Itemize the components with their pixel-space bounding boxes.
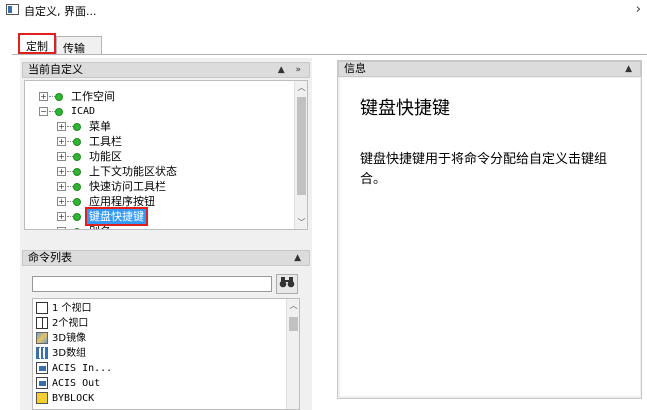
expand-icon[interactable]: + [57,167,66,176]
node-icon [73,123,81,131]
app-icon [6,4,19,15]
tree-item-label-selected: 键盘快捷键 [85,207,148,226]
scroll-up-icon[interactable]: ︿ [295,81,307,94]
tree-item-label: 上下文功能区状态 [89,165,177,178]
tab-transfer[interactable]: 传输 [56,36,102,55]
mirror3d-icon [36,332,48,344]
pane-controls[interactable]: ▲ » [278,63,305,77]
expand-icon[interactable]: + [57,182,66,191]
tree-item-label: ICAD [71,106,96,117]
two-viewports-icon [36,317,48,329]
info-description: 键盘快捷键用于将命令分配给自定义击键组合。 [360,152,608,187]
list-item-label: 2个视口 [52,318,89,329]
node-icon [73,228,81,229]
list-item-label: ACIS In... [52,363,113,374]
expand-icon[interactable]: + [39,92,48,101]
tree-scrollbar[interactable]: ︿ ﹀ [294,81,307,229]
acis-out-icon [36,377,48,389]
acis-in-icon [36,362,48,374]
command-list-title: 命令列表 [28,251,72,264]
tree-item-label: 工作空间 [71,90,115,103]
expand-icon[interactable]: + [57,122,66,131]
node-icon [73,138,81,146]
expand-icon[interactable]: + [57,197,66,206]
command-list: 1 个视口 2个视口 3D镜像 3D数组 ACIS In... ACIS Out… [32,298,300,410]
binoculars-icon [279,277,295,288]
info-header-title: 信息 [344,62,366,75]
single-viewport-icon [36,302,48,314]
info-title: 键盘快捷键 [360,98,450,119]
pane-controls[interactable]: ▲ [625,62,636,76]
close-icon[interactable]: › [636,2,641,17]
node-icon [55,93,63,101]
tab-customize[interactable]: 定制 [18,33,56,54]
expand-icon[interactable]: + [57,227,66,229]
byblock-icon [36,392,48,404]
tree-item-label: 功能区 [89,150,122,163]
node-icon [55,108,63,116]
current-customization-title: 当前自定义 [28,63,83,76]
scroll-up-icon[interactable]: ︿ [287,299,299,312]
scroll-down-icon[interactable]: ﹀ [295,216,307,229]
expand-icon[interactable]: + [57,212,66,221]
info-body: 键盘快捷键 键盘快捷键用于将命令分配给自定义击键组合。 [340,78,640,396]
tree-item-label: 工具栏 [89,135,122,148]
window-title: 自定义, 界面... [24,5,97,18]
list-item-label: ACIS Out [52,378,101,389]
scroll-thumb[interactable] [289,317,298,331]
pane-controls[interactable]: ▲ [294,251,305,265]
list-item-label: 3D数组 [52,348,87,359]
node-icon [73,198,81,206]
tree-item-label: 快速访问工具栏 [89,180,166,193]
node-icon [73,213,81,221]
command-list-header: 命令列表 ▲ [22,250,310,266]
title-bar: 自定义, 界面... › [0,0,647,22]
collapse-icon[interactable]: − [39,107,48,116]
expand-icon[interactable]: + [57,137,66,146]
expand-icon[interactable]: + [57,152,66,161]
find-button[interactable] [276,274,298,294]
tree-item-label: 应用程序按钮 [89,195,155,208]
current-customization-header: 当前自定义 ▲ » [22,62,310,78]
list-item-label: BYBLOCK [52,393,95,404]
node-icon [73,183,81,191]
array3d-icon [36,347,48,359]
list-item-label: 3D镜像 [52,333,87,344]
command-search-input[interactable] [32,276,272,292]
list-item-label: 1 个视口 [52,303,92,314]
scroll-thumb[interactable] [297,97,306,195]
tree-item-label: 别名 [89,224,111,229]
customization-tree: + 工作空间 − ICAD + 菜单 + 工具栏 + 功能区 + 上下文功能区状… [24,80,308,230]
info-header: 信息 ▲ [338,61,641,77]
tree-item-label: 菜单 [89,120,111,133]
node-icon [73,168,81,176]
command-list-scrollbar[interactable]: ︿ [286,299,299,409]
node-icon [73,153,81,161]
